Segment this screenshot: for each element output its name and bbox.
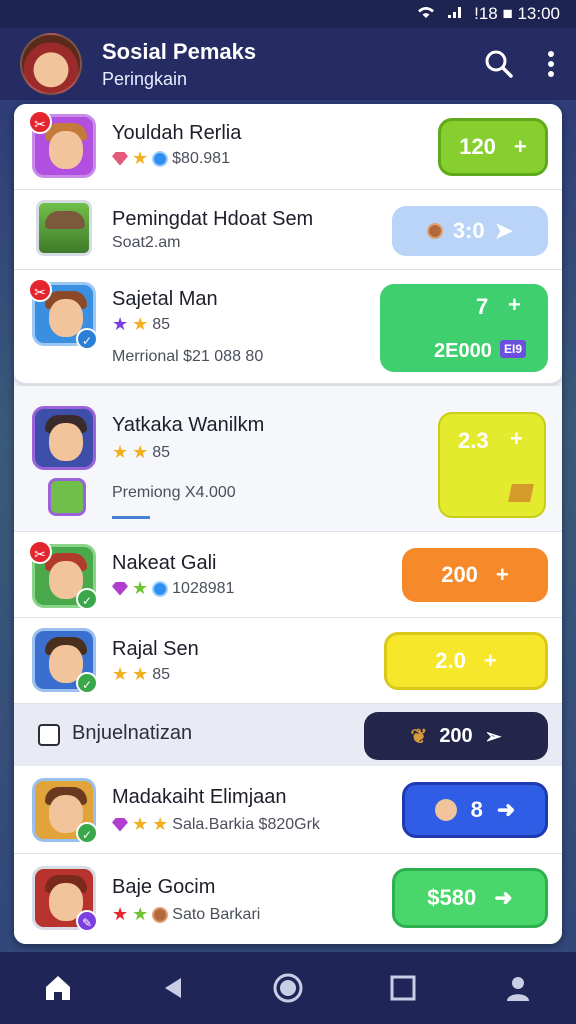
wifi-icon (416, 4, 436, 24)
cookie-icon (426, 223, 443, 239)
secondary-avatar (48, 478, 86, 516)
score-button[interactable]: 8 ➜ (402, 782, 548, 838)
plus-icon: + (510, 426, 523, 451)
player-meta: Soat2.am (112, 234, 181, 251)
plus-icon: + (508, 292, 521, 317)
score-button[interactable]: 200 + (402, 548, 548, 602)
check-icon: ✓ (76, 672, 98, 694)
check-icon: ✓ (76, 328, 98, 350)
leaderboard-panel: ✂ Youldah Rerlia ★ $80.981 120 + Pemingda… (14, 104, 562, 944)
recents-icon[interactable] (373, 958, 433, 1018)
check-icon: ✓ (76, 588, 98, 610)
coin-icon (152, 150, 169, 167)
gem-icon (112, 151, 128, 166)
search-icon[interactable] (484, 49, 514, 79)
player-name: Pemingdat Hdoat Sem (112, 208, 314, 230)
status-text: !18 ■ 13:00 (474, 4, 560, 23)
home-circle-icon[interactable] (258, 958, 318, 1018)
send-icon: ➤ (494, 218, 514, 243)
check-icon: ✓ (76, 822, 98, 844)
player-name: Baje Gocim (112, 876, 216, 898)
score-button[interactable]: 2.0 + (384, 632, 548, 690)
list-item[interactable]: ✂ ✓ Nakeat Gali ★ 1028981 200 + (14, 532, 562, 618)
score-button[interactable]: 2.3 + (438, 412, 546, 518)
player-avatar (32, 406, 96, 470)
page-subtitle: Peringkain (102, 68, 188, 89)
score-button[interactable]: 7 + 2E000 EI9 (380, 284, 548, 372)
rank-badge-icon: ✂ (28, 110, 52, 134)
player-meta: ★ ★ 85 (112, 664, 171, 684)
list-item[interactable]: ✎ Baje Gocim ★ ★ Sato Barkari $580 ➜ (14, 854, 562, 944)
edit-icon: ✎ (76, 910, 98, 932)
chest-icon (508, 484, 534, 502)
send-icon: ➜ (494, 885, 513, 910)
player-meta: ★ ★ Sala.Barkia $820Grk (112, 814, 320, 835)
list-item[interactable]: ✂ ✓ Sajetal Man ★ ★ 85 Merrional $21 088 8… (14, 270, 562, 384)
section-label: Bnjuelnatizan (72, 722, 193, 744)
score-button[interactable]: 120 + (438, 118, 548, 176)
signal-icon (446, 4, 464, 24)
player-name: Nakeat Gali (112, 552, 217, 574)
progress-indicator (112, 516, 150, 519)
list-item[interactable]: ✂ Youldah Rerlia ★ $80.981 120 + (14, 104, 562, 190)
rank-badge-icon: ✂ (28, 540, 52, 564)
list-item[interactable]: Yatkaka Wanilkm ★ ★ 85 Premiong X4.000 2.3… (14, 386, 562, 532)
app-header: Sosial Pemaks Peringkain (0, 28, 576, 100)
player-subtext: Merrional $21 088 80 (112, 348, 264, 365)
plus-icon: + (513, 134, 527, 159)
status-bar: !18 ■ 13:00 (0, 0, 576, 28)
player-meta: ★ $80.981 (112, 148, 230, 169)
avatar[interactable] (20, 33, 82, 95)
page-title: Sosial Pemaks (102, 38, 257, 64)
player-name: Madakaiht Elimjaan (112, 786, 287, 808)
plus-icon: + (495, 562, 509, 587)
select-checkbox[interactable] (38, 724, 60, 746)
face-icon (434, 799, 457, 821)
player-name: Sajetal Man (112, 288, 218, 310)
section-divider: Bnjuelnatizan ❦ 200 ➢ (14, 704, 562, 766)
home-icon[interactable] (28, 958, 88, 1018)
back-icon[interactable] (143, 958, 203, 1018)
score-button[interactable]: $580 ➜ (392, 868, 548, 928)
paw-icon: ❦ (410, 725, 428, 748)
plus-icon: + (483, 648, 497, 673)
list-item[interactable]: ✓ Madakaiht Elimjaan ★ ★ Sala.Barkia $820… (14, 766, 562, 854)
player-meta: ★ 1028981 (112, 578, 234, 599)
player-meta: ★ ★ Sato Barkari (112, 904, 261, 924)
player-meta: ★ ★ 85 (112, 442, 171, 462)
score-button[interactable]: 3:0 ➤ (392, 206, 548, 256)
rank-badge-icon: ✂ (28, 278, 52, 302)
player-name: Youldah Rerlia (112, 122, 242, 144)
gift-button[interactable]: ❦ 200 ➢ (364, 712, 548, 760)
player-subtext: Premiong X4.000 (112, 484, 236, 501)
list-item[interactable]: Pemingdat Hdoat Sem Soat2.am 3:0 ➤ (14, 190, 562, 270)
player-name: Rajal Sen (112, 638, 199, 660)
player-meta: ★ ★ 85 (112, 314, 171, 334)
player-avatar (36, 200, 92, 256)
list-item[interactable]: ✓ Rajal Sen ★ ★ 85 2.0 + (14, 618, 562, 704)
share-icon: ➢ (484, 725, 502, 748)
player-name: Yatkaka Wanilkm (112, 414, 265, 436)
send-icon: ➜ (496, 797, 516, 822)
profile-icon[interactable] (488, 958, 548, 1018)
bottom-navigation (0, 952, 576, 1024)
more-menu-icon[interactable] (546, 50, 556, 78)
